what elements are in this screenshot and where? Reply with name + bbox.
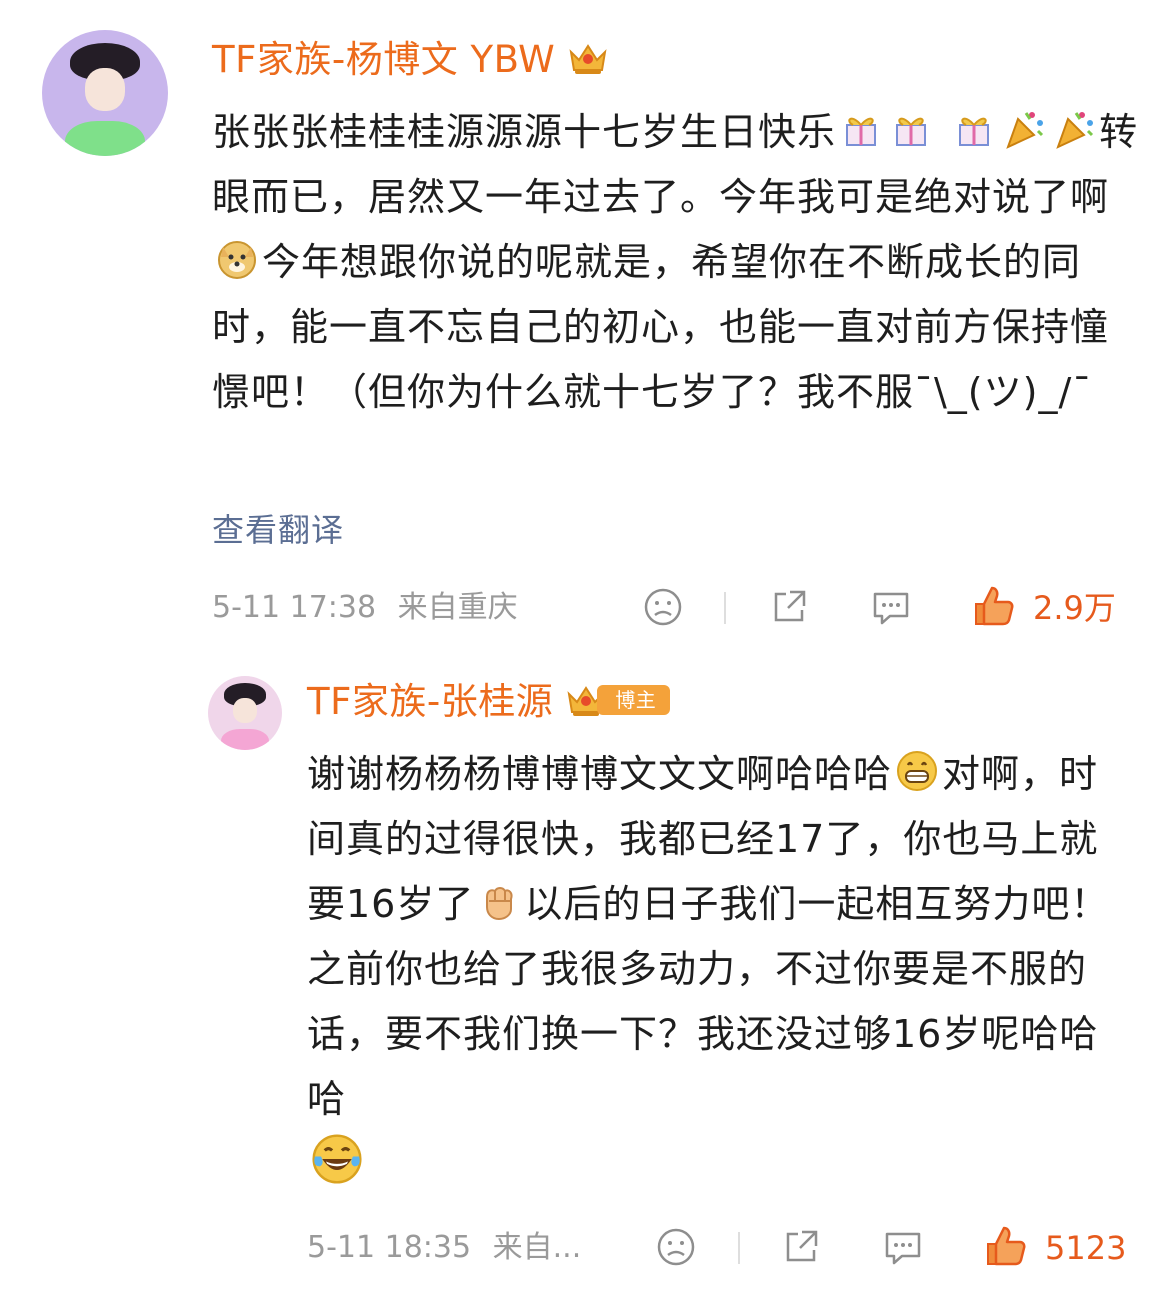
username-text[interactable]: TF家族-杨博文 YBW <box>212 38 555 81</box>
avatar[interactable] <box>42 30 168 156</box>
grin-icon <box>895 748 939 792</box>
laugh-tears-icon <box>310 1132 364 1186</box>
party-popper-icon <box>1052 106 1096 150</box>
timestamp: 5-11 18:35 <box>307 1230 472 1265</box>
dislike-icon[interactable] <box>655 1226 697 1268</box>
avatar[interactable] <box>208 676 282 750</box>
gift-icon <box>952 106 996 150</box>
divider <box>724 592 726 624</box>
comment-text-part: 谢谢杨杨杨博博博文文文啊哈哈哈 <box>307 752 893 796</box>
username[interactable]: TF家族-张桂源 博主 <box>307 680 671 724</box>
comment-text: 张张张桂桂桂源源源十七岁生日快乐 转眼而已，居然又一年过去了。今年我可是绝对说了… <box>212 100 1142 425</box>
timestamp: 5-11 17:38 <box>212 590 377 625</box>
reply-icon[interactable] <box>882 1226 924 1268</box>
reply-comment: TF家族-张桂源 博主 谢谢杨杨杨博博博文文文啊哈哈哈 对啊，时间真的过得很快，我… <box>0 660 1169 1296</box>
comment-text-part: 今年想跟你说的呢就是，希望你在不断成长的同时，能一直不忘自己的初心，也能一直对前… <box>212 240 1110 414</box>
like-count: 2.9万 <box>1033 589 1116 627</box>
comment-meta: 5-11 17:38 来自重庆 <box>212 588 518 628</box>
like-icon[interactable] <box>984 1224 1028 1268</box>
comment-text-part: 张张张桂桂桂源源源十七岁生日快乐 <box>212 110 837 154</box>
like-count: 5123 <box>1045 1229 1127 1267</box>
reply-icon[interactable] <box>870 586 912 628</box>
share-icon[interactable] <box>768 586 810 628</box>
comment-text: 谢谢杨杨杨博博博文文文啊哈哈哈 对啊，时间真的过得很快，我都已经17了，你也马上就… <box>307 742 1127 1200</box>
location: 来自... <box>492 1230 582 1265</box>
gift-icon <box>889 106 933 150</box>
like-icon[interactable] <box>972 584 1016 628</box>
dislike-icon[interactable] <box>642 586 684 628</box>
blogger-badge: 博主 <box>597 684 671 715</box>
share-icon[interactable] <box>780 1226 822 1268</box>
translate-link[interactable]: 查看翻译 <box>212 508 344 552</box>
party-popper-icon <box>1002 106 1046 150</box>
username[interactable]: TF家族-杨博文 YBW <box>212 38 609 82</box>
gift-icon <box>839 106 883 150</box>
crown-icon <box>567 40 609 76</box>
doge-icon <box>215 236 259 280</box>
divider <box>738 1232 740 1264</box>
comment-meta: 5-11 18:35 来自... <box>307 1228 581 1268</box>
location: 来自重庆 <box>397 590 518 625</box>
fist-icon <box>477 878 521 922</box>
comment: TF家族-杨博文 YBW 张张张桂桂桂源源源十七岁生日快乐 转眼而已，居然又一年… <box>0 0 1169 660</box>
username-text[interactable]: TF家族-张桂源 <box>307 680 553 723</box>
